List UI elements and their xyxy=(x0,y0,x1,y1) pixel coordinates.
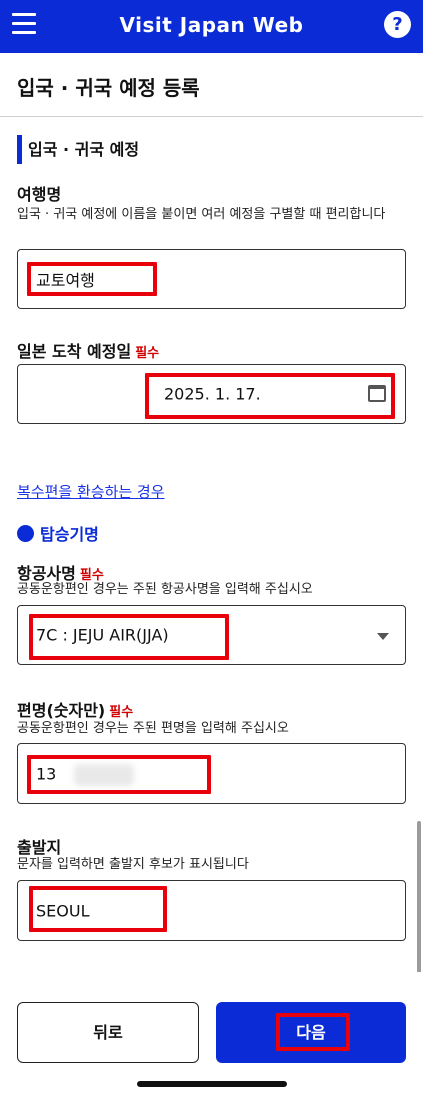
flight-number-label: 편명(숫자만) 필수 xyxy=(17,697,133,721)
multiple-flights-link[interactable]: 복수편을 환승하는 경우 xyxy=(17,481,165,502)
highlight-box xyxy=(27,755,211,794)
page-title: 입국 · 귀국 예정 등록 xyxy=(17,76,200,100)
page-title-bar: 입국 · 귀국 예정 등록 xyxy=(0,53,423,117)
highlight-box xyxy=(29,614,229,660)
highlight-box xyxy=(29,886,167,932)
arrival-date-label-text: 일본 도착 예정일 xyxy=(17,342,132,361)
section-heading: 입국 · 귀국 예정 xyxy=(17,135,139,164)
flight-number-help: 공동운항편인 경우는 주된 편명을 입력해 주십시오 xyxy=(17,721,289,736)
bullet-dot-icon xyxy=(17,525,34,542)
highlight-box xyxy=(27,262,157,296)
app-title: Visit Japan Web xyxy=(119,13,304,37)
flight-heading-text: 탑승기명 xyxy=(40,525,99,544)
highlight-box xyxy=(145,373,395,419)
back-button[interactable]: 뒤로 xyxy=(17,1002,199,1063)
home-indicator[interactable] xyxy=(137,1081,287,1087)
trip-name-label: 여행명 xyxy=(17,185,62,204)
app-header: Visit Japan Web ? xyxy=(0,0,423,53)
required-badge: 필수 xyxy=(109,705,134,720)
trip-name-help: 입국 · 귀국 예정에 이름을 붙이면 여러 예정을 구별할 때 편리합니다 xyxy=(17,207,386,222)
flight-number-label-text: 편명(숫자만) xyxy=(17,701,106,720)
dropdown-caret-icon xyxy=(377,633,389,640)
departure-help: 문자를 입력하면 출발지 후보가 표시됩니다 xyxy=(17,857,249,872)
arrival-date-label: 일본 도착 예정일 필수 xyxy=(17,338,159,362)
required-badge: 필수 xyxy=(135,346,160,361)
flight-heading: 탑승기명 xyxy=(17,521,99,545)
question-icon[interactable]: ? xyxy=(384,11,411,38)
airline-help: 공동운항편인 경우는 주된 항공사명을 입력해 주십시오 xyxy=(17,582,313,597)
highlight-box xyxy=(276,1013,350,1051)
